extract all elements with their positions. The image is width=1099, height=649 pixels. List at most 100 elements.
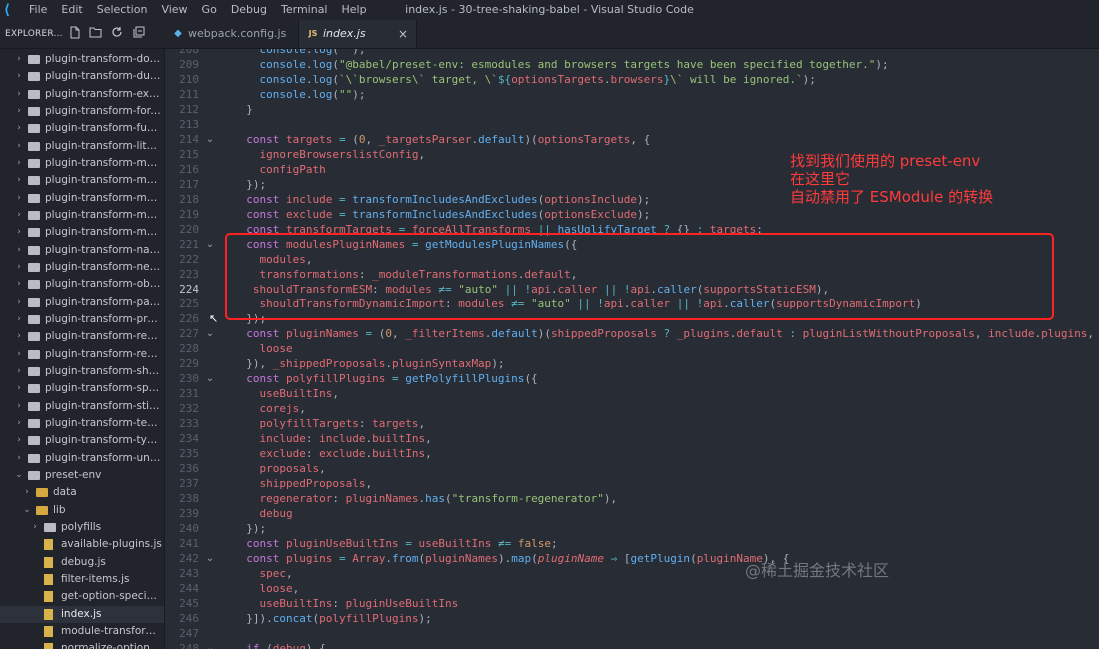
menu-selection[interactable]: Selection xyxy=(90,0,155,20)
close-icon[interactable]: × xyxy=(398,20,408,48)
vscode-logo-icon[interactable]: ⟨ xyxy=(0,2,14,18)
tab-webpack-config[interactable]: ◆ webpack.config.js xyxy=(164,20,299,48)
chevron-right-icon[interactable]: › xyxy=(14,398,24,415)
chevron-right-icon[interactable]: › xyxy=(14,224,24,241)
chevron-right-icon[interactable]: › xyxy=(14,242,24,259)
menu-view[interactable]: View xyxy=(154,0,194,20)
code-token: concat xyxy=(272,611,313,625)
chevron-right-icon[interactable]: › xyxy=(14,259,24,276)
tree-item[interactable]: › plugin-transform-literals xyxy=(0,138,164,155)
chevron-right-icon[interactable]: › xyxy=(14,51,24,68)
new-file-icon[interactable] xyxy=(68,26,82,40)
menu-file[interactable]: File xyxy=(22,0,54,20)
tree-item[interactable]: › plugin-transform-name... xyxy=(0,242,164,259)
tree-item[interactable]: › plugin-transform-new-t... xyxy=(0,259,164,276)
tree-item[interactable]: index.js xyxy=(0,605,164,623)
chevron-right-icon[interactable]: › xyxy=(14,346,24,363)
tree-item[interactable]: filter-items.js xyxy=(0,571,164,588)
tree-item[interactable]: › plugin-transform-functi... xyxy=(0,120,164,137)
code-line: 228 loose xyxy=(165,341,1099,356)
tree-item[interactable]: › plugin-transform-reserv... xyxy=(0,346,164,363)
tree-item[interactable]: › plugin-transform-modu... xyxy=(0,190,164,207)
tree-item-label: plugin-transform-modu... xyxy=(45,191,162,204)
tree-item[interactable]: get-option-specific-e... xyxy=(0,588,164,605)
tree-item[interactable]: › plugin-transform-unico... xyxy=(0,450,164,467)
chevron-right-icon[interactable]: › xyxy=(14,138,24,155)
collapse-all-icon[interactable] xyxy=(132,26,146,40)
tree-item[interactable]: › plugin-transform-regen... xyxy=(0,328,164,345)
tree-item[interactable]: debug.js xyxy=(0,554,164,571)
tree-item[interactable]: › plugin-transform-spread xyxy=(0,380,164,397)
tree-item[interactable]: › plugin-transform-modu... xyxy=(0,224,164,241)
line-number: 211 xyxy=(179,87,199,101)
chevron-right-icon[interactable]: › xyxy=(14,311,24,328)
chevron-down-icon[interactable]: ⌄ xyxy=(22,502,32,519)
chevron-down-icon[interactable]: ⌄ xyxy=(14,467,24,484)
tree-item[interactable]: ⌄ preset-env xyxy=(0,467,164,484)
tree-item[interactable]: › plugin-transform-for-of xyxy=(0,103,164,120)
chevron-right-icon[interactable]: › xyxy=(14,190,24,207)
tree-item[interactable]: ⌄ lib xyxy=(0,502,164,519)
chevron-right-icon[interactable]: › xyxy=(14,103,24,120)
code-line: 231 useBuiltIns, xyxy=(165,386,1099,401)
tree-item[interactable]: › plugin-transform-modu... xyxy=(0,207,164,224)
chevron-right-icon[interactable]: › xyxy=(14,172,24,189)
code-token: targets xyxy=(372,417,419,431)
tree-item[interactable]: › plugin-transform-typeof... xyxy=(0,432,164,449)
fold-chevron-icon[interactable]: ⌄ xyxy=(204,132,216,147)
chevron-right-icon[interactable]: › xyxy=(14,68,24,85)
tree-item[interactable]: › plugin-transform-prope... xyxy=(0,311,164,328)
tree-item[interactable]: › data xyxy=(0,484,164,501)
tree-item[interactable]: available-plugins.js xyxy=(0,536,164,553)
tree-item[interactable]: › plugin-transform-object... xyxy=(0,276,164,293)
code-token: transformIncludesAndExcludes xyxy=(352,192,538,206)
chevron-right-icon[interactable]: › xyxy=(14,415,24,432)
fold-chevron-icon[interactable]: ⌄ xyxy=(204,551,216,566)
chevron-right-icon[interactable]: › xyxy=(14,450,24,467)
menu-help[interactable]: Help xyxy=(335,0,374,20)
tree-item[interactable]: › plugin-transform-templ... xyxy=(0,415,164,432)
line-number: 248 xyxy=(179,641,199,649)
js-file-icon: JS xyxy=(308,29,318,38)
fold-chevron-icon[interactable]: ⌄ xyxy=(204,641,216,649)
chevron-right-icon[interactable]: › xyxy=(14,120,24,137)
chevron-right-icon[interactable]: › xyxy=(22,484,32,501)
tree-item[interactable]: › plugin-transform-dotall... xyxy=(0,51,164,68)
chevron-right-icon[interactable]: › xyxy=(14,294,24,311)
chevron-right-icon[interactable]: › xyxy=(14,380,24,397)
tree-item[interactable]: › plugin-transform-duplic... xyxy=(0,68,164,85)
menu-edit[interactable]: Edit xyxy=(54,0,89,20)
refresh-icon[interactable] xyxy=(110,26,124,40)
menu-debug[interactable]: Debug xyxy=(224,0,274,20)
tree-item[interactable]: › plugin-transform-memb... xyxy=(0,155,164,172)
tree-item[interactable]: module-transformati... xyxy=(0,623,164,640)
chevron-right-icon[interactable]: › xyxy=(14,328,24,345)
menu-terminal[interactable]: Terminal xyxy=(274,0,335,20)
code-editor[interactable]: 208 console.log(""); 209 console.log("@ba… xyxy=(165,49,1099,649)
fold-chevron-icon[interactable]: ⌄ xyxy=(204,326,216,341)
chevron-right-icon[interactable]: › xyxy=(30,519,40,536)
menu-go[interactable]: Go xyxy=(195,0,224,20)
watermark: @稀土掘金技术社区 xyxy=(745,561,890,580)
new-folder-icon[interactable] xyxy=(88,26,102,40)
tree-item[interactable]: › plugin-transform-expon... xyxy=(0,86,164,103)
fold-chevron-icon[interactable]: ⌄ xyxy=(204,237,216,252)
code-token: ); xyxy=(875,57,889,71)
chevron-right-icon[interactable]: › xyxy=(14,86,24,103)
chevron-right-icon[interactable]: › xyxy=(14,363,24,380)
chevron-right-icon[interactable]: › xyxy=(14,276,24,293)
tree-item[interactable]: › plugin-transform-modu... xyxy=(0,172,164,189)
chevron-right-icon[interactable]: › xyxy=(14,432,24,449)
tree-item[interactable]: › plugin-transform-sticky... xyxy=(0,398,164,415)
chevron-right-icon[interactable]: › xyxy=(14,207,24,224)
tree-item[interactable]: › plugin-transform-shorth... xyxy=(0,363,164,380)
fold-chevron-icon[interactable]: ⌄ xyxy=(204,371,216,386)
chevron-right-icon[interactable]: › xyxy=(14,155,24,172)
code-token: from xyxy=(391,551,419,565)
tree-item[interactable]: normalize-options.js xyxy=(0,640,164,649)
tree-item[interactable]: › plugin-transform-param... xyxy=(0,294,164,311)
tab-index-js[interactable]: JS index.js × xyxy=(299,20,417,48)
tree-item[interactable]: › polyfills xyxy=(0,519,164,536)
